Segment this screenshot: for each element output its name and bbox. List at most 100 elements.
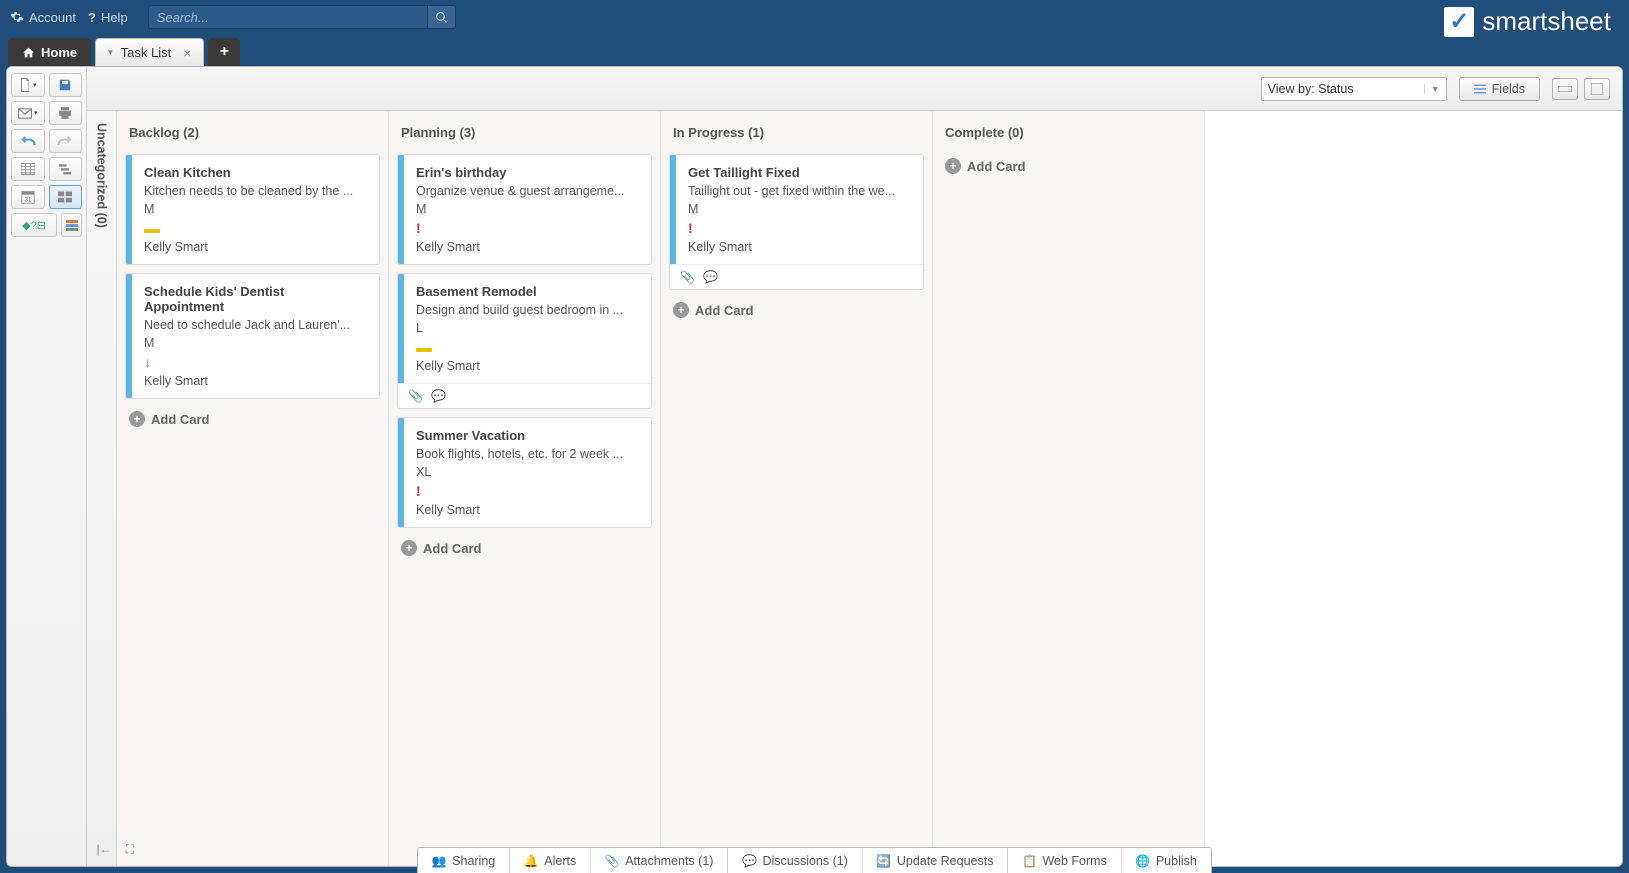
card[interactable]: Schedule Kids' Dentist Appointment Need … [125, 273, 380, 399]
brand: ✓ smartsheet [1444, 6, 1611, 37]
lane-backlog: Backlog (2) Clean Kitchen Kitchen needs … [117, 111, 389, 866]
tab-sheet[interactable]: ▾ Task List × [95, 38, 204, 66]
search-icon [435, 11, 448, 24]
tab-home[interactable]: Home [8, 38, 91, 66]
redo-button[interactable] [49, 129, 83, 153]
undo-icon [20, 135, 36, 147]
search-button[interactable] [428, 5, 456, 29]
levels-button[interactable] [61, 213, 82, 237]
add-card-button[interactable]: +Add Card [941, 154, 1196, 178]
card[interactable]: Summer Vacation Book flights, hotels, et… [397, 417, 652, 528]
card-icon [58, 191, 72, 203]
btab-update-requests-label: Update Requests [897, 854, 994, 868]
card-title: Summer Vacation [416, 428, 639, 443]
add-card-button[interactable]: + Add Card [397, 536, 652, 560]
card-size: M [416, 202, 639, 216]
attachment-icon[interactable]: 📎 [680, 270, 695, 284]
gantt-view-button[interactable] [49, 157, 83, 181]
full-size-button[interactable] [1584, 78, 1610, 100]
grid-icon [21, 163, 35, 175]
chevron-down-icon: ▾ [108, 47, 113, 58]
lane-complete: Complete (0) +Add Card [933, 111, 1205, 866]
lane-uncategorized[interactable]: Uncategorized (0) [87, 111, 117, 866]
btab-update-requests[interactable]: 🔄Update Requests [863, 848, 1009, 873]
btab-attachments[interactable]: 📎Attachments (1) [591, 848, 728, 873]
brand-name: smartsheet [1482, 6, 1611, 37]
card-desc: Kitchen needs to be cleaned by the ... [144, 184, 367, 198]
bottom-tabs: 👥 Sharing 🔔Alerts 📎Attachments (1) 💬Discu… [417, 847, 1212, 873]
btab-alerts-label: Alerts [544, 854, 576, 868]
card[interactable]: Erin's birthday Organize venue & guest a… [397, 154, 652, 265]
tab-sheet-label: Task List [121, 45, 172, 60]
btab-publish-label: Publish [1156, 854, 1197, 868]
comment-icon[interactable]: 💬 [431, 389, 446, 403]
compact-size-button[interactable] [1552, 78, 1578, 100]
card[interactable]: Get Taillight Fixed Taillight out - get … [669, 154, 924, 290]
add-card-button[interactable]: +Add Card [125, 407, 380, 431]
btab-publish[interactable]: 🌐 Publish [1122, 848, 1211, 873]
full-icon [1591, 83, 1603, 95]
card-size-group [1552, 78, 1610, 100]
svg-text:31: 31 [24, 197, 31, 204]
mail-icon [18, 108, 32, 119]
home-icon [22, 46, 35, 59]
people-icon: 👥 [432, 854, 446, 868]
page-icon [19, 78, 31, 92]
card-size: M [688, 202, 911, 216]
priority-med-icon [416, 339, 639, 355]
close-icon[interactable]: × [183, 45, 191, 61]
account-label: Account [29, 10, 76, 25]
card[interactable]: Clean Kitchen Kitchen needs to be cleane… [125, 154, 380, 265]
lane-inprogress-title: In Progress (1) [669, 121, 924, 146]
card-title: Erin's birthday [416, 165, 639, 180]
lane-planning-title: Planning (3) [397, 121, 652, 146]
btab-sharing-label: Sharing [452, 854, 495, 868]
search-wrap [148, 5, 456, 29]
calendar-view-button[interactable]: 31 [11, 185, 45, 209]
tab-add[interactable]: + [208, 38, 240, 66]
card-desc: Need to schedule Jack and Lauren'... [144, 318, 367, 332]
btab-web-forms[interactable]: 📋Web Forms [1008, 848, 1121, 873]
card-view-button[interactable] [49, 185, 83, 209]
board: Uncategorized (0) Backlog (2) Clean Kitc… [87, 111, 1622, 866]
board-wrap: View by: Status ▼ Fields Uncategorized (… [87, 67, 1622, 866]
print-button[interactable] [49, 101, 83, 125]
btab-discussions-label: Discussions (1) [762, 854, 847, 868]
card-title: Get Taillight Fixed [688, 165, 911, 180]
mail-button[interactable]: ▾ [11, 101, 45, 125]
btab-discussions[interactable]: 💬Discussions (1) [728, 848, 862, 873]
globe-icon: 🌐 [1136, 854, 1150, 868]
hierarchy-button[interactable]: ◆?⊟ [11, 213, 57, 237]
card-owner: Kelly Smart [144, 374, 367, 388]
redo-icon [57, 135, 73, 147]
attachment-icon: 📎 [605, 854, 619, 868]
lane-uncategorized-title: Uncategorized (0) [95, 123, 109, 228]
comment-icon[interactable]: 💬 [703, 270, 718, 284]
add-card-button[interactable]: +Add Card [669, 298, 924, 322]
board-empty-space [1205, 111, 1622, 866]
grid-view-button[interactable] [11, 157, 45, 181]
attachment-icon[interactable]: 📎 [408, 389, 423, 403]
card[interactable]: Basement Remodel Design and build guest … [397, 273, 652, 409]
fields-button[interactable]: Fields [1459, 77, 1540, 101]
card-footer: 📎 💬 [670, 264, 923, 289]
undo-button[interactable] [11, 129, 45, 153]
plus-circle-icon: + [401, 540, 417, 556]
new-button[interactable]: ▾ [11, 73, 45, 97]
priority-low-icon: ↓ [144, 354, 367, 370]
btab-sharing[interactable]: 👥 Sharing [418, 848, 510, 873]
account-link[interactable]: Account [10, 10, 76, 25]
tab-strip: Home ▾ Task List × + [0, 34, 1629, 66]
save-icon [58, 78, 72, 92]
save-button[interactable] [49, 73, 83, 97]
btab-alerts[interactable]: 🔔Alerts [510, 848, 591, 873]
add-card-label: Add Card [423, 541, 482, 556]
card-size: M [144, 336, 367, 350]
viewby-select[interactable]: View by: Status ▼ [1261, 77, 1447, 101]
card-desc: Taillight out - get fixed within the we.… [688, 184, 911, 198]
search-input[interactable] [148, 5, 428, 29]
card-title: Basement Remodel [416, 284, 639, 299]
add-card-label: Add Card [967, 159, 1026, 174]
brand-logo-icon: ✓ [1444, 7, 1474, 37]
help-link[interactable]: ? Help [88, 10, 128, 25]
